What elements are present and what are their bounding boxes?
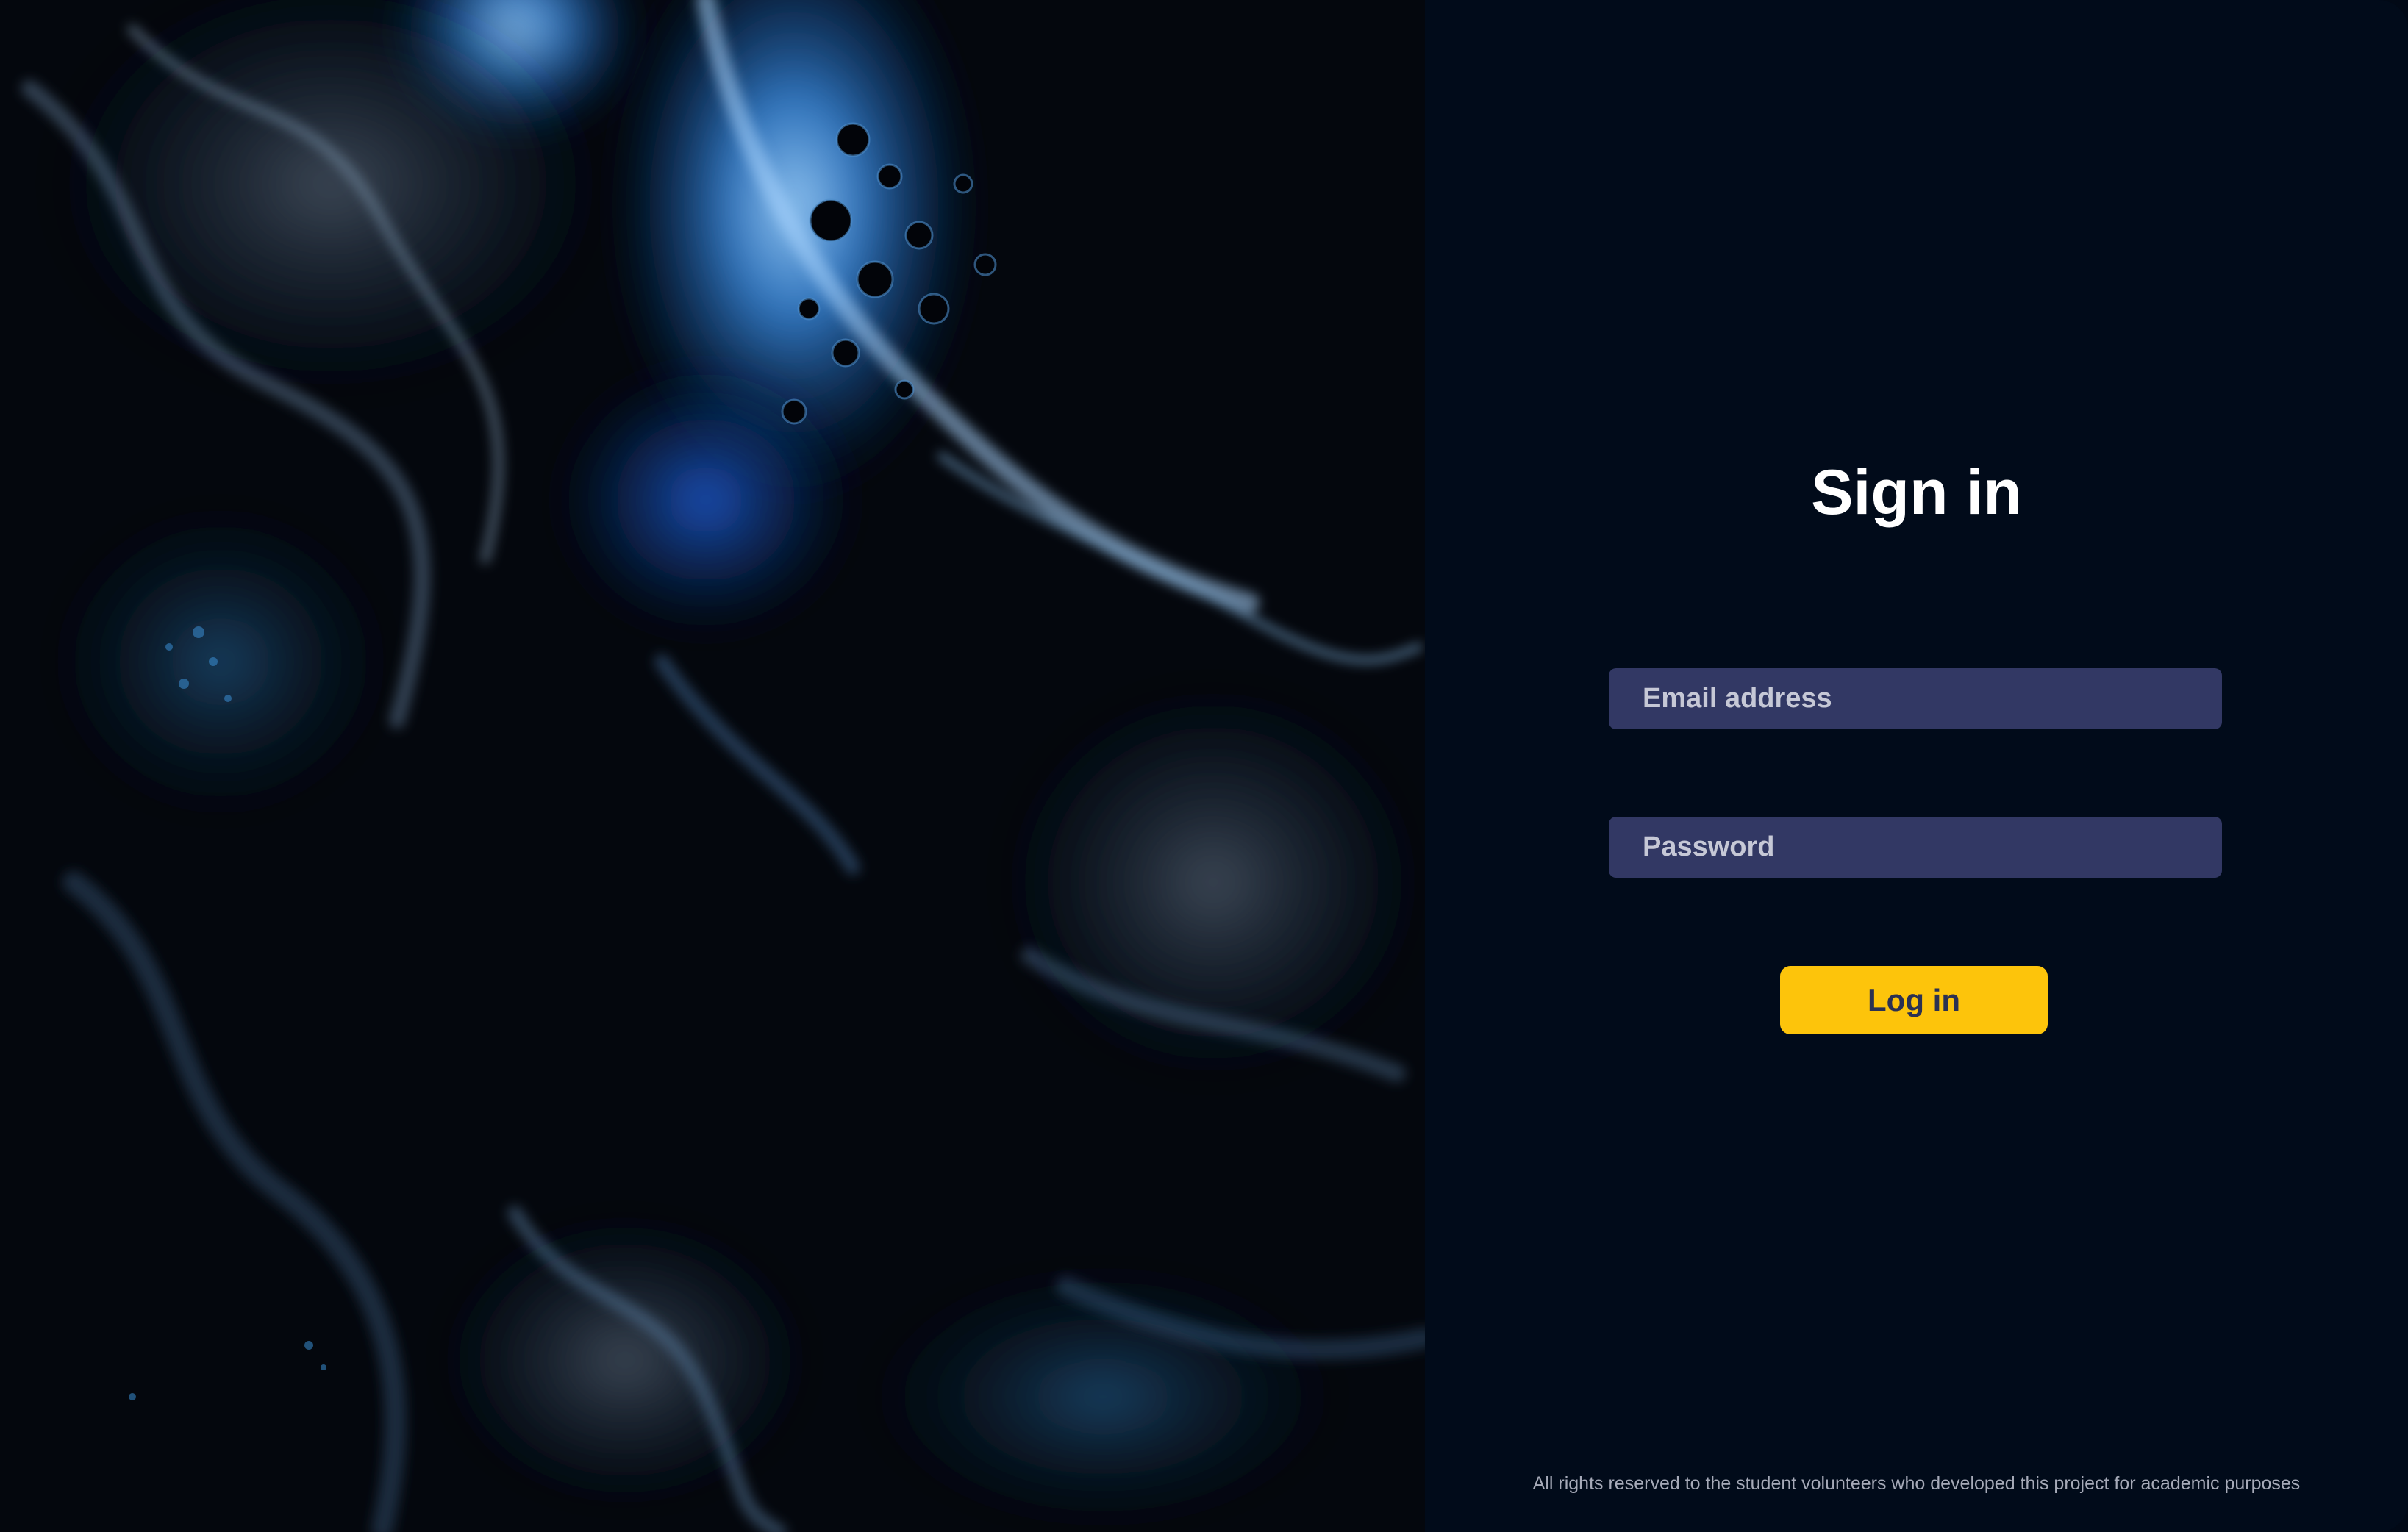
page-title: Sign in [1811,457,2022,528]
login-button[interactable]: Log in [1780,966,2048,1034]
password-field[interactable] [1609,817,2222,878]
footer-copyright: All rights reserved to the student volun… [1532,1473,2301,1494]
fluid-art-graphic [0,0,1425,1532]
signin-panel: Sign in Log in All rights reserved to th… [1425,0,2408,1532]
email-field[interactable] [1609,668,2222,729]
login-window: Sign in Log in All rights reserved to th… [0,0,2408,1532]
abstract-art-image [0,0,1425,1532]
